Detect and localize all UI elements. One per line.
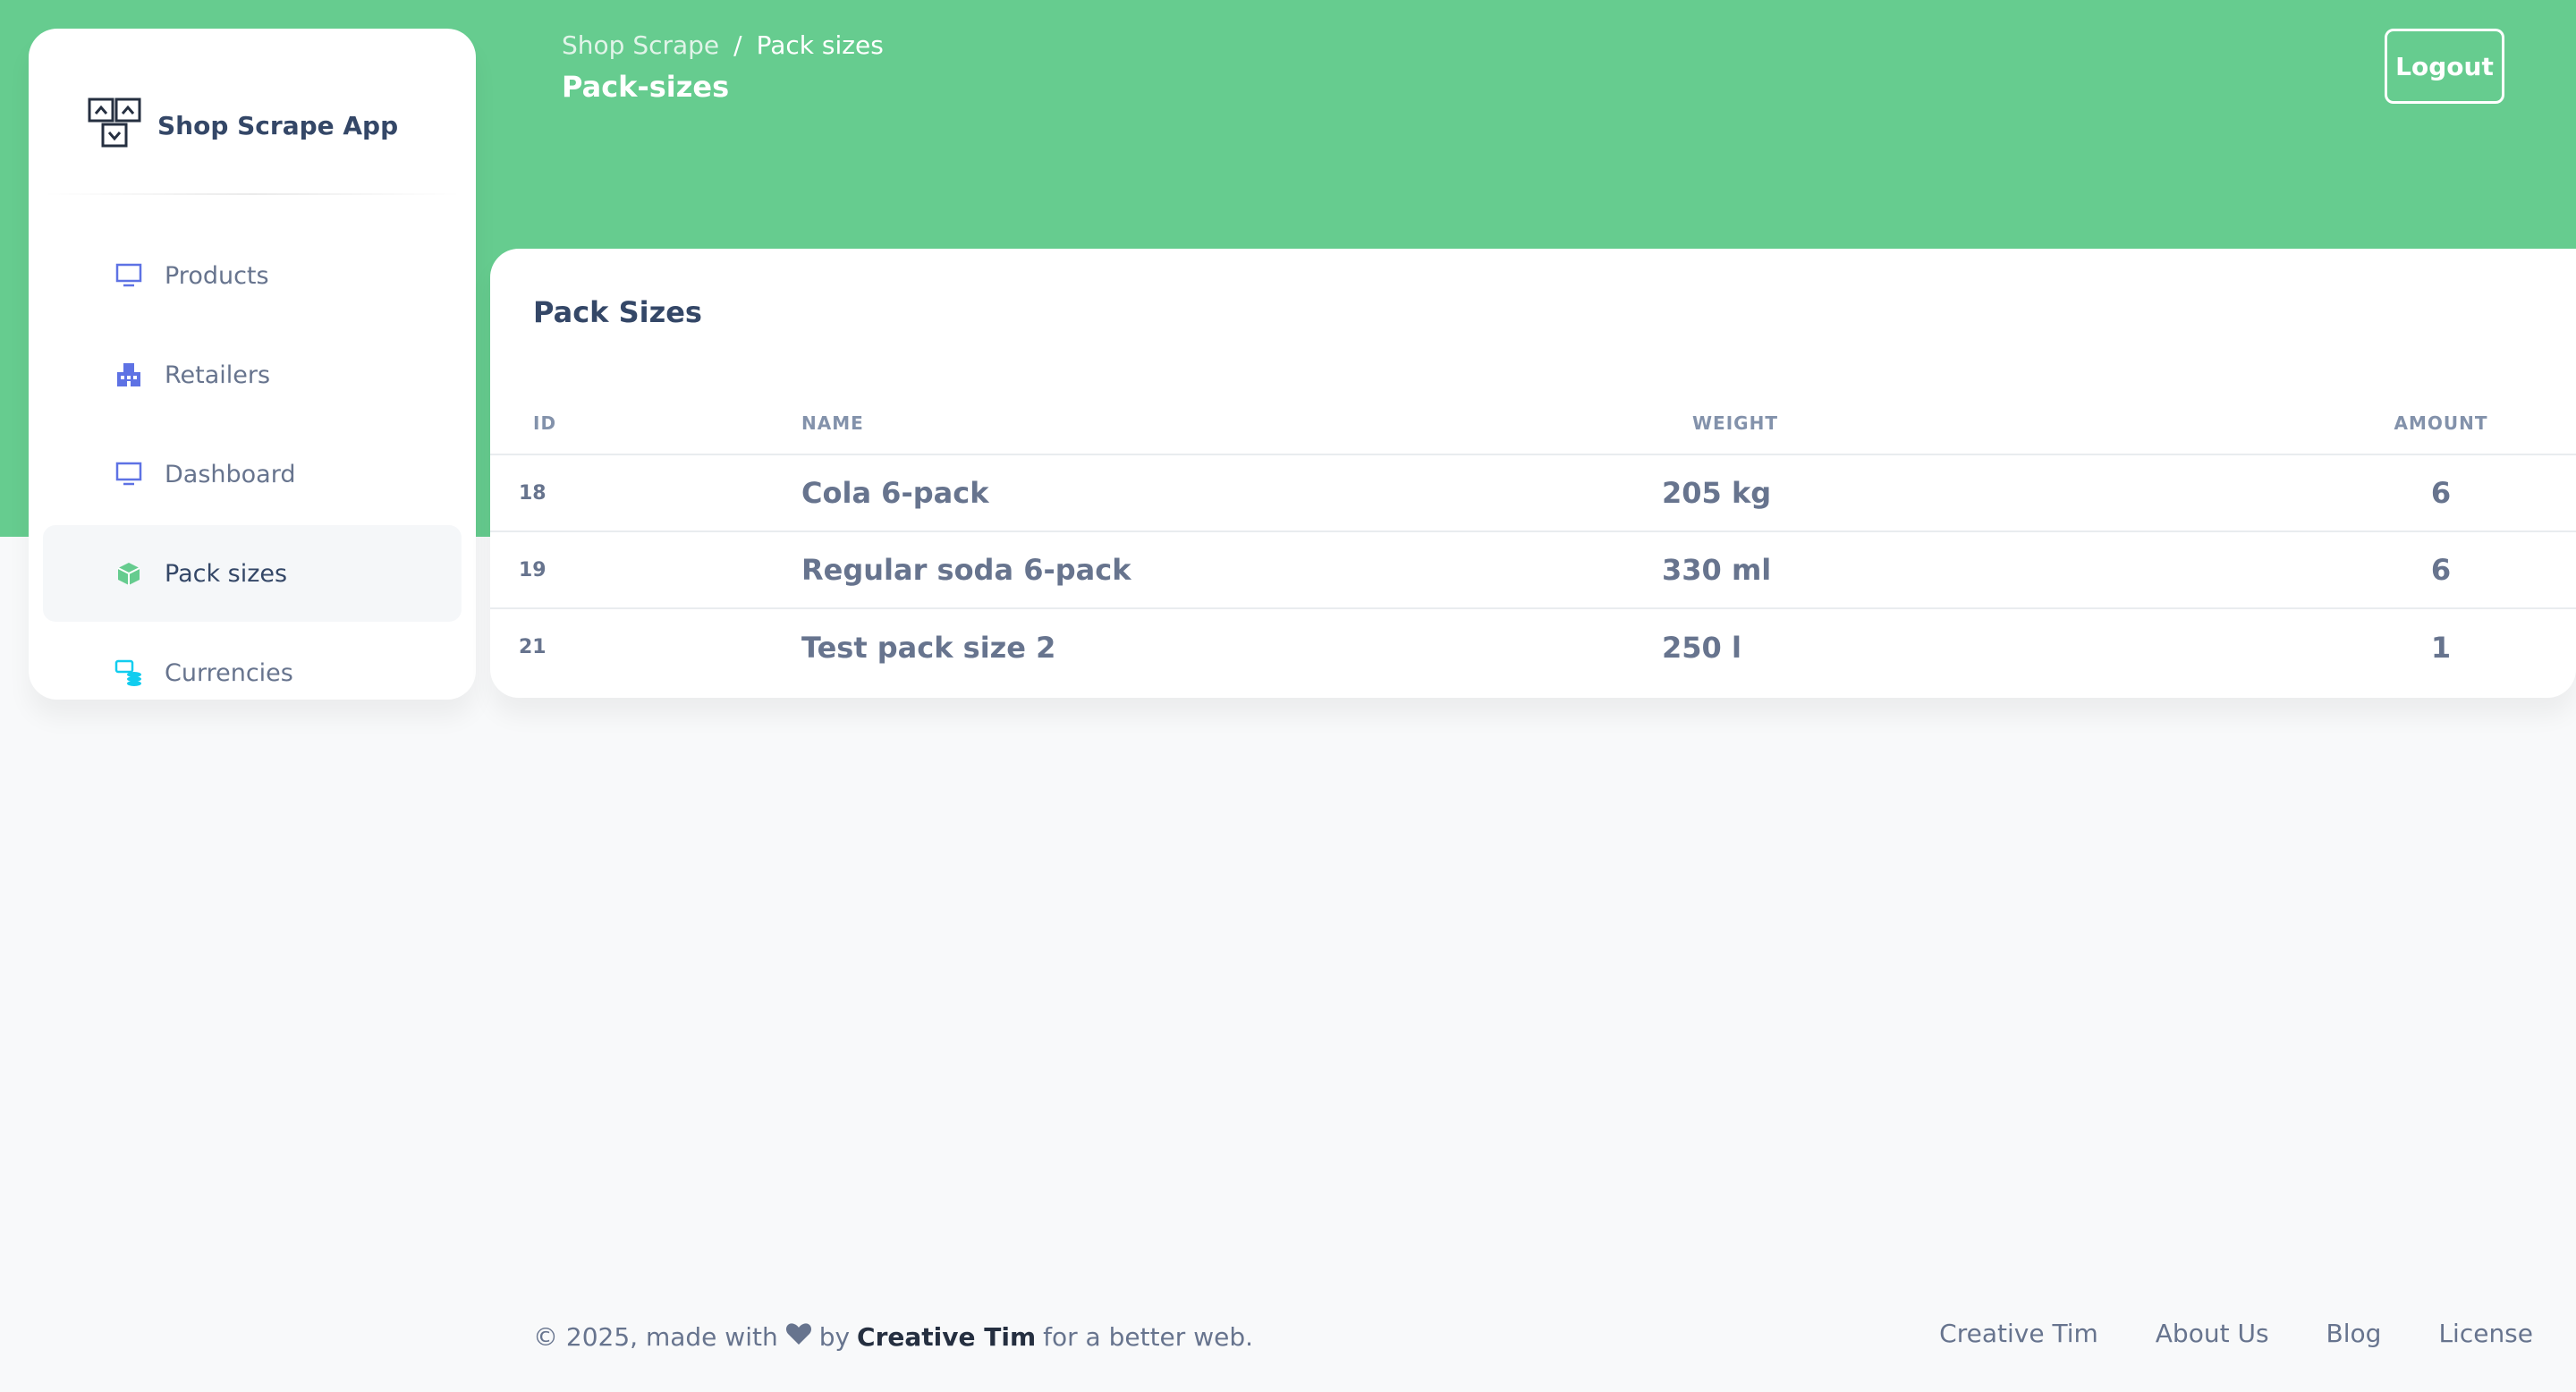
page-title: Pack-sizes xyxy=(562,70,730,104)
sidebar-item-currencies[interactable]: Currencies xyxy=(43,624,462,721)
breadcrumb: Shop Scrape / Pack sizes xyxy=(562,30,884,60)
cell-weight: 205 kg xyxy=(1662,454,2306,532)
cell-id: 18 xyxy=(490,454,801,532)
footer-copyright: © 2025, made with by Creative Tim for a … xyxy=(533,1322,1253,1352)
sitemap-icon xyxy=(88,98,141,153)
sidebar-item-label: Dashboard xyxy=(165,460,296,488)
footer-author-link[interactable]: Creative Tim xyxy=(857,1322,1036,1352)
breadcrumb-root[interactable]: Shop Scrape xyxy=(562,30,719,60)
sidebar-item-dashboard[interactable]: Dashboard xyxy=(43,426,462,522)
sidebar-item-label: Retailers xyxy=(165,361,271,389)
sidebar-item-pack-sizes[interactable]: Pack sizes xyxy=(43,525,462,622)
column-header-id: ID xyxy=(490,392,801,455)
footer-prefix: © 2025, made with xyxy=(533,1322,778,1352)
logout-button[interactable]: Logout xyxy=(2385,29,2504,104)
card-title: Pack Sizes xyxy=(533,295,702,329)
monitor-icon xyxy=(114,261,143,290)
cell-id: 21 xyxy=(519,636,547,658)
cell-name: Cola 6-pack xyxy=(801,454,1662,532)
cell-amount: 6 xyxy=(2306,531,2576,609)
sidebar: Shop Scrape App Products Retailers Dashb… xyxy=(29,29,476,700)
breadcrumb-current: Pack sizes xyxy=(756,30,884,60)
footer-link-about-us[interactable]: About Us xyxy=(2156,1319,2269,1348)
footer-link-creative-tim[interactable]: Creative Tim xyxy=(1939,1319,2098,1348)
footer-by: by xyxy=(818,1322,851,1352)
cell-name: Test pack size 2 xyxy=(801,630,1056,665)
cell-name: Regular soda 6-pack xyxy=(801,531,1662,609)
sidebar-nav: Products Retailers Dashboard Pack sizes … xyxy=(43,227,462,724)
cell-weight: 250 l xyxy=(1662,630,1741,665)
cell-id: 19 xyxy=(490,531,801,609)
sidebar-item-label: Currencies xyxy=(165,658,293,687)
breadcrumb-separator: / xyxy=(733,30,742,60)
cell-amount: 1 xyxy=(2430,630,2452,665)
sidebar-item-retailers[interactable]: Retailers xyxy=(43,327,462,423)
column-header-name: NAME xyxy=(801,392,1662,455)
column-header-amount: AMOUNT xyxy=(2306,392,2576,455)
footer-links: Creative Tim About Us Blog License xyxy=(1939,1319,2533,1348)
table-row[interactable]: 21 Test pack size 2 250 l 1 xyxy=(490,608,2576,685)
pack-sizes-table: ID NAME WEIGHT AMOUNT 18 Cola 6-pack 205… xyxy=(490,392,2576,685)
brand-name: Shop Scrape App xyxy=(157,110,399,140)
sidebar-item-label: Pack sizes xyxy=(165,559,288,588)
coins-icon xyxy=(114,658,143,687)
pack-sizes-card: Pack Sizes ID NAME WEIGHT AMOUNT 18 Cola… xyxy=(490,249,2576,698)
table-row[interactable]: 19 Regular soda 6-pack 330 ml 6 xyxy=(490,531,2576,609)
footer-suffix: for a better web. xyxy=(1043,1322,1253,1352)
divider xyxy=(43,193,462,195)
column-header-weight: WEIGHT xyxy=(1662,392,2306,455)
monitor-icon xyxy=(114,460,143,488)
building-icon xyxy=(114,361,143,389)
brand[interactable]: Shop Scrape App xyxy=(88,72,398,179)
heart-icon xyxy=(785,1322,812,1352)
table-header-row: ID NAME WEIGHT AMOUNT xyxy=(490,392,2576,455)
sidebar-item-products[interactable]: Products xyxy=(43,227,462,324)
footer-link-license[interactable]: License xyxy=(2438,1319,2533,1348)
table-row[interactable]: 18 Cola 6-pack 205 kg 6 xyxy=(490,454,2576,532)
cell-weight: 330 ml xyxy=(1662,531,2306,609)
cell-amount: 6 xyxy=(2306,454,2576,532)
sidebar-item-label: Products xyxy=(165,261,269,290)
footer-link-blog[interactable]: Blog xyxy=(2326,1319,2382,1348)
box-icon xyxy=(114,559,143,588)
